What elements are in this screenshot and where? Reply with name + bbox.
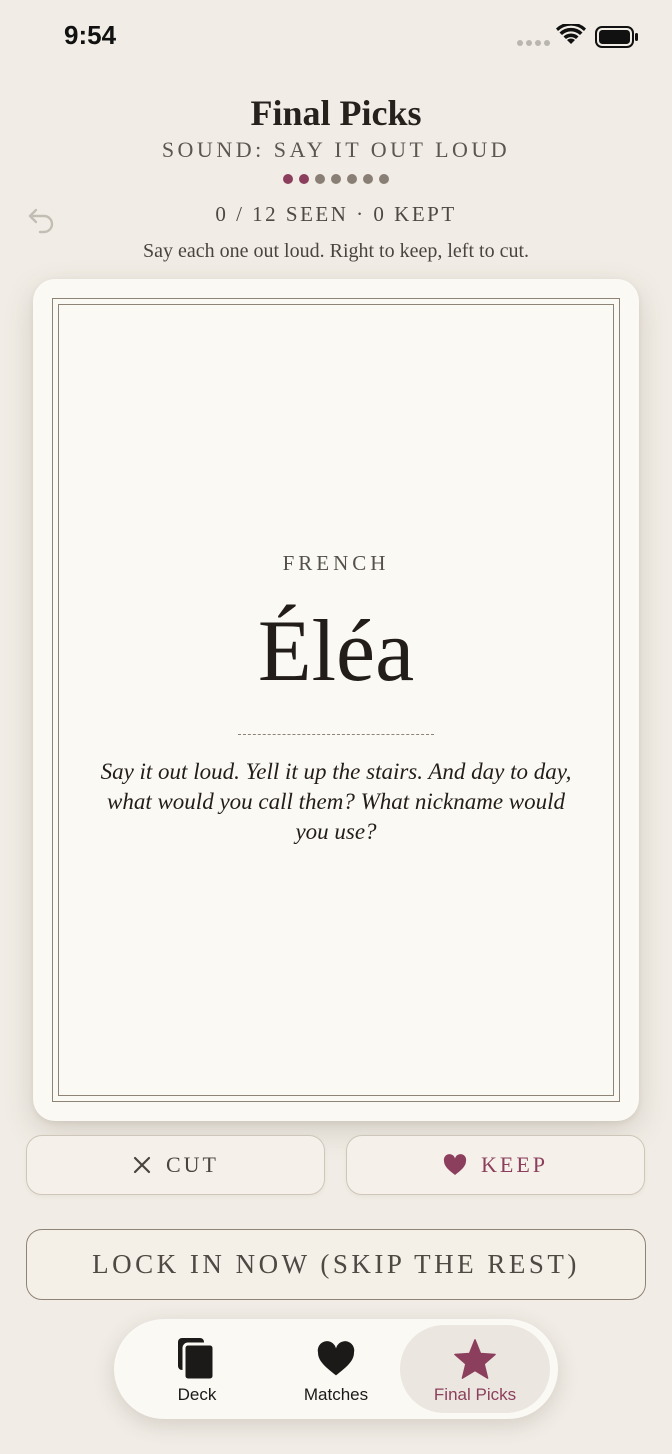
progress-dot bbox=[283, 174, 293, 184]
cut-button[interactable]: CUT bbox=[26, 1135, 325, 1195]
name-card[interactable]: FRENCH Éléa Say it out loud. Yell it up … bbox=[33, 279, 639, 1121]
cut-button-label: CUT bbox=[166, 1152, 219, 1177]
card-divider bbox=[238, 734, 434, 735]
lock-in-button[interactable]: LOCK IN NOW (SKIP THE REST) bbox=[26, 1229, 646, 1300]
page-title: Final Picks bbox=[250, 93, 422, 133]
wifi-icon bbox=[556, 24, 586, 44]
progress-dot bbox=[363, 174, 373, 184]
progress-dot bbox=[331, 174, 341, 184]
lock-in-label: LOCK IN NOW (SKIP THE REST) bbox=[92, 1249, 580, 1279]
battery-icon bbox=[595, 26, 638, 48]
tab-deck[interactable]: Deck bbox=[122, 1325, 272, 1413]
status-bar: 9:54 bbox=[0, 0, 672, 80]
keep-button-label: KEEP bbox=[481, 1152, 548, 1177]
heart-icon bbox=[317, 1341, 355, 1376]
instructions-text: Say each one out loud. Right to keep, le… bbox=[142, 240, 530, 262]
tab-matches[interactable]: Matches bbox=[261, 1325, 411, 1413]
progress-dot bbox=[347, 174, 357, 184]
tab-bar: Deck Matches Final Picks bbox=[114, 1319, 558, 1419]
progress-dot bbox=[315, 174, 325, 184]
cards-icon bbox=[178, 1338, 216, 1382]
card-prompt: Say it out loud. Yell it up the stairs. … bbox=[100, 759, 572, 844]
step-progress-dots bbox=[0, 174, 672, 184]
cellular-signal-icon bbox=[517, 40, 550, 46]
close-icon bbox=[133, 1156, 151, 1174]
name-origin: FRENCH bbox=[282, 551, 390, 575]
name-title: Éléa bbox=[257, 603, 415, 700]
status-time: 9:54 bbox=[64, 20, 117, 50]
heart-icon bbox=[443, 1154, 467, 1175]
progress-dot bbox=[299, 174, 309, 184]
star-icon bbox=[454, 1339, 496, 1379]
keep-button[interactable]: KEEP bbox=[346, 1135, 645, 1195]
progress-dot bbox=[379, 174, 389, 184]
tab-deck-label: Deck bbox=[177, 1385, 217, 1404]
page-subtitle: SOUND: SAY IT OUT LOUD bbox=[161, 137, 511, 162]
tab-matches-label: Matches bbox=[303, 1385, 369, 1404]
seen-kept-counter: 0 / 12 SEEN · 0 KEPT bbox=[215, 202, 457, 226]
tab-final-picks[interactable]: Final Picks bbox=[400, 1325, 550, 1413]
tab-final-picks-label: Final Picks bbox=[433, 1385, 517, 1404]
